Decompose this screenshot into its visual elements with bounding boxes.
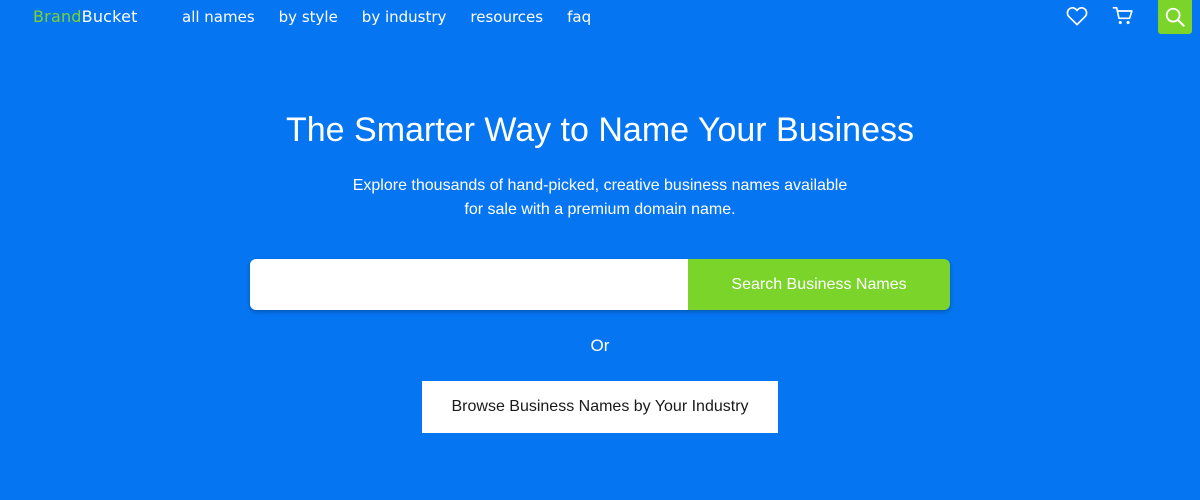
nav-link-all-names[interactable]: all names xyxy=(182,8,255,26)
heart-icon xyxy=(1066,7,1088,26)
nav-link-by-style[interactable]: by style xyxy=(279,8,338,26)
logo-bucket-text: Bucket xyxy=(81,7,138,26)
business-name-search-form: Search Business Names xyxy=(250,259,950,310)
search-icon xyxy=(1165,7,1185,27)
nav-link-resources[interactable]: resources xyxy=(470,8,543,26)
cart-button[interactable] xyxy=(1108,0,1138,32)
business-name-search-input[interactable] xyxy=(250,259,688,310)
cart-icon xyxy=(1112,7,1133,25)
hero-subtitle: Explore thousands of hand-picked, creati… xyxy=(352,177,848,218)
top-navigation-bar: BrandBucket all names by style by indust… xyxy=(0,0,1200,36)
hero-title: The Smarter Way to Name Your Business xyxy=(285,111,914,149)
header-search-button[interactable] xyxy=(1158,0,1192,34)
browse-by-industry-button[interactable]: Browse Business Names by Your Industry xyxy=(422,381,778,433)
or-separator: Or xyxy=(590,336,610,355)
brand-logo[interactable]: BrandBucket xyxy=(33,7,138,26)
nav-link-by-industry[interactable]: by industry xyxy=(362,8,447,26)
main-nav: all names by style by industry resources… xyxy=(182,8,591,26)
favorites-button[interactable] xyxy=(1062,0,1092,32)
search-business-names-button[interactable]: Search Business Names xyxy=(688,259,950,310)
logo-brand-text: Brand xyxy=(33,7,82,26)
nav-link-faq[interactable]: faq xyxy=(567,8,591,26)
